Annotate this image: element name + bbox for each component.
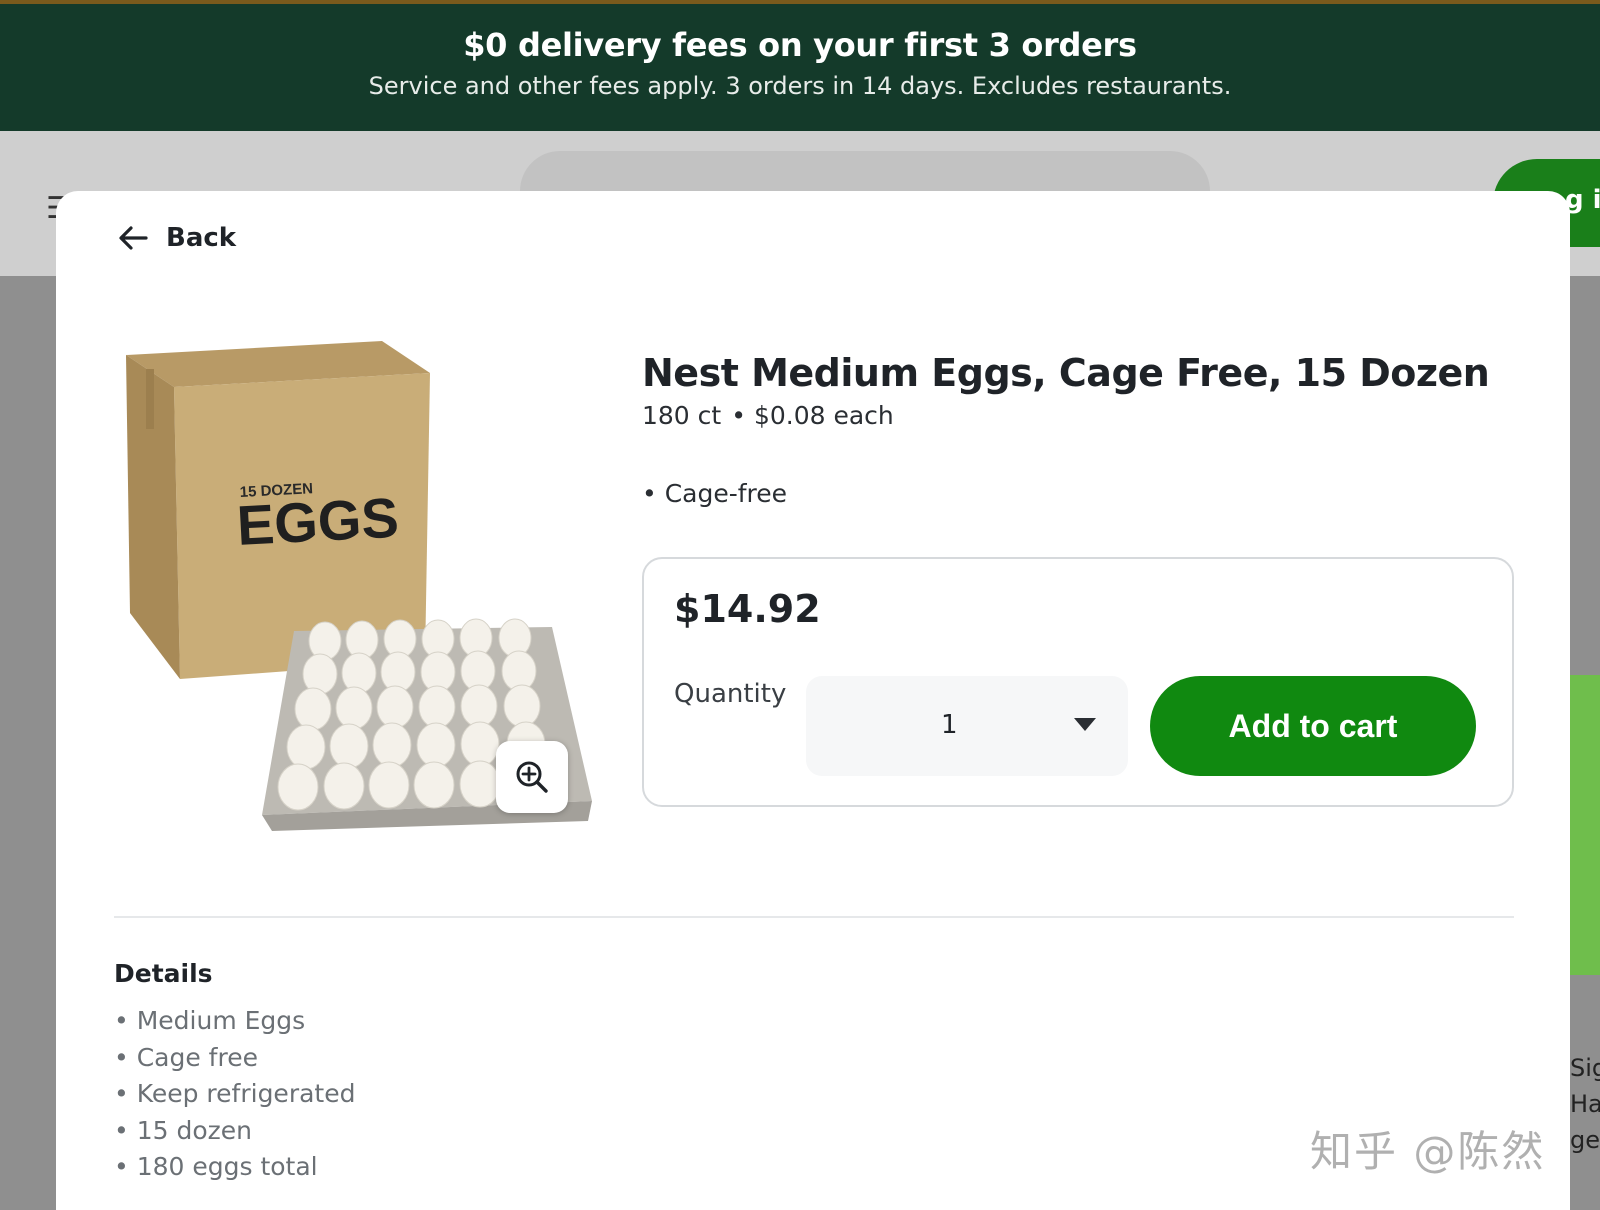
quantity-value: 1 bbox=[941, 710, 958, 740]
promo-title: $0 delivery fees on your first 3 orders bbox=[463, 26, 1137, 64]
list-item: • 180 eggs total bbox=[114, 1152, 318, 1181]
product-count: 180 ct bbox=[642, 401, 722, 430]
product-meta: 180 ct • $0.08 each bbox=[642, 401, 894, 430]
purchase-card: $14.92 Quantity 1 Add to cart bbox=[642, 557, 1514, 807]
list-item: • Keep refrigerated bbox=[114, 1079, 356, 1108]
product-price: $14.92 bbox=[674, 587, 821, 631]
product-unit-price: $0.08 each bbox=[753, 401, 894, 430]
list-item: • 15 dozen bbox=[114, 1115, 252, 1145]
add-to-cart-button[interactable]: Add to cart bbox=[1150, 676, 1476, 776]
quantity-label: Quantity bbox=[674, 679, 787, 709]
product-highlight: • Cage-free bbox=[642, 479, 788, 508]
promo-banner: $0 delivery fees on your first 3 orders … bbox=[0, 4, 1600, 131]
section-divider bbox=[114, 916, 1514, 918]
zoom-button[interactable] bbox=[496, 741, 568, 813]
back-label: Back bbox=[166, 223, 237, 253]
background-product-peek bbox=[1570, 675, 1600, 975]
quantity-select[interactable]: 1 bbox=[806, 676, 1128, 776]
list-item: • Medium Eggs bbox=[114, 1006, 306, 1035]
list-item: • Cage free bbox=[114, 1042, 258, 1072]
promo-subtitle: Service and other fees apply. 3 orders i… bbox=[368, 72, 1232, 100]
caret-down-icon bbox=[1074, 718, 1096, 731]
arrow-left-icon bbox=[119, 226, 148, 250]
details-heading: Details bbox=[114, 959, 213, 988]
back-button[interactable]: Back bbox=[118, 223, 236, 253]
background-text-peek: Sig Ha ge bbox=[1570, 1054, 1600, 1154]
watermark: 知乎 @陈然 bbox=[1310, 1127, 1546, 1176]
box-label-main: EGGS bbox=[235, 486, 400, 557]
zoom-in-icon bbox=[516, 761, 548, 793]
details-list: • Medium Eggs • Cage free • Keep refrige… bbox=[114, 1003, 355, 1186]
product-modal: Back 15 DOZEN EGGS Nest Medium Eggs, Cag… bbox=[56, 191, 1570, 1210]
product-title: Nest Medium Eggs, Cage Free, 15 Dozen bbox=[642, 351, 1490, 395]
meta-separator: • bbox=[731, 401, 746, 430]
